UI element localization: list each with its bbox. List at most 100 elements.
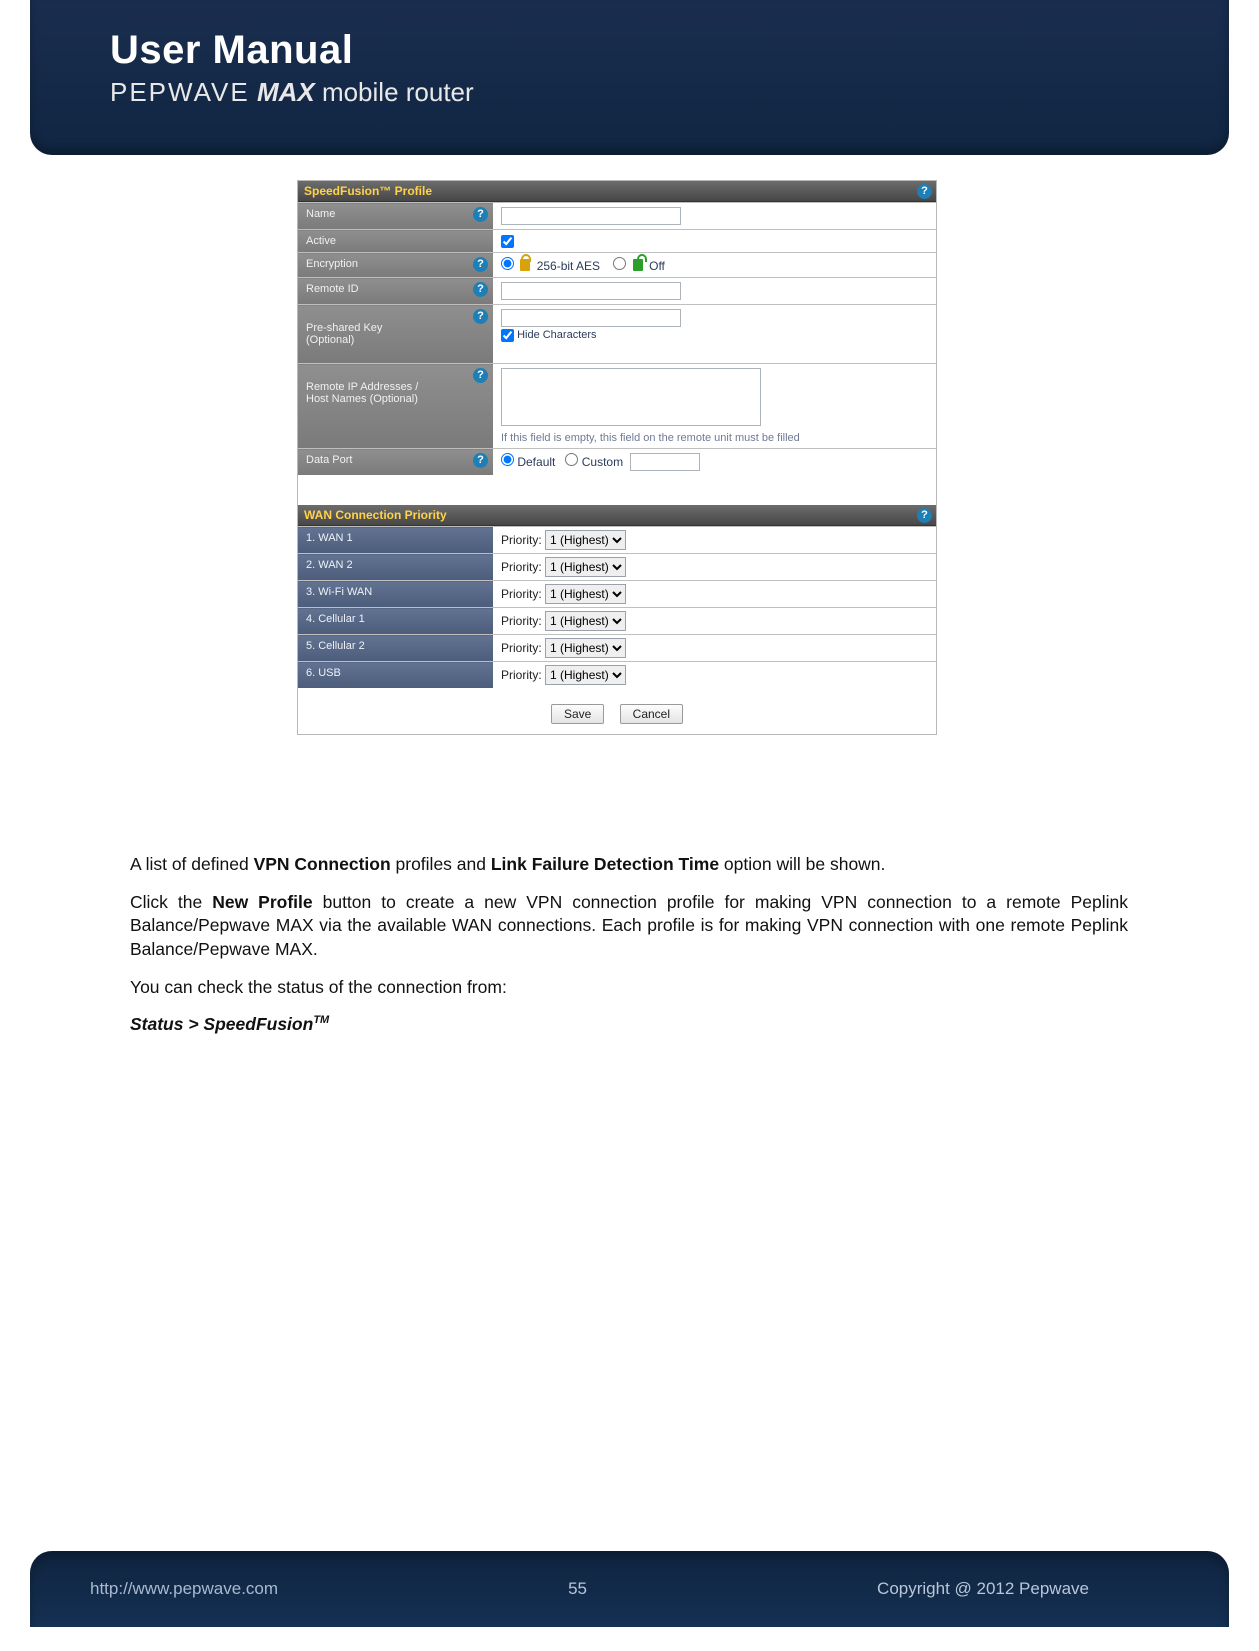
hide-characters-checkbox[interactable] <box>501 329 514 342</box>
priority-label: Priority: <box>501 668 545 682</box>
data-port-custom-text: Custom <box>582 455 623 469</box>
remote-id-input[interactable] <box>501 282 681 300</box>
remote-ips-textarea[interactable] <box>501 368 761 426</box>
data-port-label-text: Data Port <box>306 454 352 466</box>
priority-label: Priority: <box>501 560 545 574</box>
wan-item-value: Priority: 1 (Highest) <box>493 608 936 635</box>
help-icon[interactable]: ? <box>473 207 488 222</box>
remote-id-label: Remote ID ? <box>298 278 493 305</box>
page-number: 55 <box>568 1579 587 1599</box>
remote-ips-label: Remote IP Addresses / Host Names (Option… <box>298 364 493 449</box>
button-row: Save Cancel <box>298 688 936 734</box>
header-subtitle: PEPWAVE MAX mobile router <box>110 77 1189 108</box>
encryption-aes-text: 256-bit AES <box>537 259 600 273</box>
priority-label: Priority: <box>501 533 545 547</box>
wan-item-label: 6. USB <box>298 662 493 689</box>
encryption-aes-option[interactable]: 256-bit AES <box>501 259 603 273</box>
active-checkbox[interactable] <box>501 235 514 248</box>
encryption-aes-radio[interactable] <box>501 257 514 270</box>
wan-item-label: 4. Cellular 1 <box>298 608 493 635</box>
save-button[interactable]: Save <box>551 704 604 724</box>
priority-label: Priority: <box>501 641 545 655</box>
status-path: Status > SpeedFusionTM <box>130 1013 1128 1037</box>
wan-item-label: 1. WAN 1 <box>298 527 493 554</box>
priority-select[interactable]: 1 (Highest) <box>545 665 626 685</box>
data-port-default-radio[interactable] <box>501 453 514 466</box>
wan-item-value: Priority: 1 (Highest) <box>493 527 936 554</box>
config-screenshot: SpeedFusion™ Profile ? Name ? Active Enc… <box>297 180 937 735</box>
p1-text-d: Link Failure Detection Time <box>491 854 719 874</box>
panel-gap <box>298 475 936 505</box>
priority-label: Priority: <box>501 587 545 601</box>
header-title: User Manual <box>110 28 1189 73</box>
encryption-label-text: Encryption <box>306 258 358 270</box>
wan-item-value: Priority: 1 (Highest) <box>493 635 936 662</box>
help-icon[interactable]: ? <box>473 453 488 468</box>
hide-characters-text: Hide Characters <box>517 329 596 341</box>
cancel-button[interactable]: Cancel <box>620 704 683 724</box>
product-tail: mobile router <box>315 77 474 107</box>
p2-text-a: Click the <box>130 892 212 912</box>
p1-text-e: option will be shown. <box>719 854 885 874</box>
model-name: MAX <box>257 77 315 107</box>
wan-item-label: 5. Cellular 2 <box>298 635 493 662</box>
help-icon[interactable]: ? <box>473 368 488 383</box>
data-port-default-text: Default <box>517 455 555 469</box>
p1-text-a: A list of defined <box>130 854 254 874</box>
remote-ips-hint: If this field is empty, this field on th… <box>501 432 928 444</box>
paragraph-1: A list of defined VPN Connection profile… <box>130 853 1128 877</box>
priority-label: Priority: <box>501 614 545 628</box>
remote-ips-label-text: Remote IP Addresses / Host Names (Option… <box>306 381 418 405</box>
psk-label: Pre-shared Key (Optional) ? <box>298 305 493 364</box>
brand-name: PEPWAVE <box>110 77 250 107</box>
name-input[interactable] <box>501 207 681 225</box>
data-port-default-option[interactable]: Default <box>501 455 559 469</box>
priority-select[interactable]: 1 (Highest) <box>545 530 626 550</box>
document-header: User Manual PEPWAVE MAX mobile router <box>30 0 1229 155</box>
help-icon[interactable]: ? <box>917 183 932 199</box>
wan-item-value: Priority: 1 (Highest) <box>493 581 936 608</box>
body-copy: A list of defined VPN Connection profile… <box>130 853 1128 1051</box>
priority-select[interactable]: 1 (Highest) <box>545 638 626 658</box>
p1-text-b: VPN Connection <box>254 854 391 874</box>
help-icon[interactable]: ? <box>473 257 488 272</box>
wan-item-value: Priority: 1 (Highest) <box>493 662 936 689</box>
status-path-text: Status > SpeedFusion <box>130 1014 313 1034</box>
hide-characters-option[interactable]: Hide Characters <box>501 329 597 341</box>
wan-item-label: 3. Wi-Fi WAN <box>298 581 493 608</box>
tm-superscript: TM <box>313 1014 329 1026</box>
wan-item-value: Priority: 1 (Highest) <box>493 554 936 581</box>
p1-text-c: profiles and <box>391 854 491 874</box>
priority-select[interactable]: 1 (Highest) <box>545 557 626 577</box>
wan-panel-title: WAN Connection Priority <box>304 508 447 522</box>
data-port-label: Data Port ? <box>298 449 493 476</box>
profile-form: Name ? Active Encryption ? <box>298 202 936 475</box>
help-icon[interactable]: ? <box>473 282 488 297</box>
footer-crop <box>0 1627 1259 1651</box>
priority-select[interactable]: 1 (Highest) <box>545 611 626 631</box>
footer-url: http://www.pepwave.com <box>90 1579 278 1599</box>
encryption-off-option[interactable]: Off <box>613 259 664 273</box>
data-port-custom-input[interactable] <box>630 453 700 471</box>
encryption-label: Encryption ? <box>298 253 493 278</box>
name-label-text: Name <box>306 208 335 220</box>
psk-input[interactable] <box>501 309 681 327</box>
wan-item-label: 2. WAN 2 <box>298 554 493 581</box>
name-label: Name ? <box>298 203 493 230</box>
help-icon[interactable]: ? <box>473 309 488 324</box>
wan-priority-table: 1. WAN 1Priority: 1 (Highest)2. WAN 2Pri… <box>298 526 936 688</box>
encryption-off-radio[interactable] <box>613 257 626 270</box>
paragraph-2: Click the New Profile button to create a… <box>130 891 1128 962</box>
profile-panel-title: SpeedFusion™ Profile <box>304 184 432 198</box>
profile-panel-header: SpeedFusion™ Profile ? <box>298 181 936 202</box>
psk-label-text: Pre-shared Key (Optional) <box>306 322 382 346</box>
lock-closed-icon <box>520 259 530 271</box>
paragraph-3: You can check the status of the connecti… <box>130 976 1128 1000</box>
data-port-custom-radio[interactable] <box>565 453 578 466</box>
data-port-custom-option[interactable]: Custom <box>565 455 626 469</box>
wan-panel-header: WAN Connection Priority ? <box>298 505 936 526</box>
lock-open-icon <box>633 259 643 271</box>
copyright-text: Copyright @ 2012 Pepwave <box>877 1579 1089 1599</box>
priority-select[interactable]: 1 (Highest) <box>545 584 626 604</box>
help-icon[interactable]: ? <box>917 507 932 523</box>
